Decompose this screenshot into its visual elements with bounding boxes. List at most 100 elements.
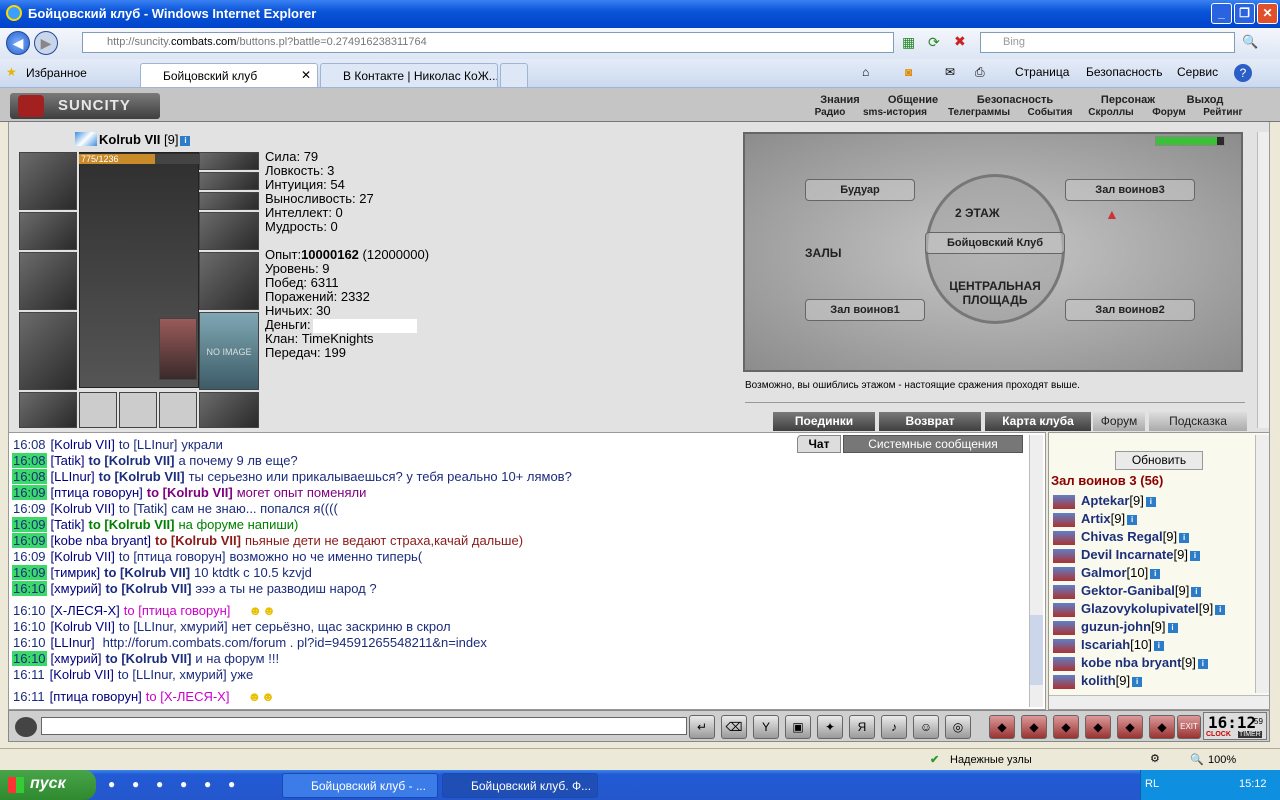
info-icon[interactable]: i: [1167, 622, 1178, 633]
tab-vkontakte[interactable]: В Контакте | Николас КоЖ...: [320, 63, 498, 87]
chat-sender[interactable]: [Tatik]: [51, 517, 85, 532]
user-action-icon[interactable]: [1053, 656, 1075, 671]
user-list-item[interactable]: Glazovykolupivatel[9] i: [1053, 601, 1226, 617]
ring-slot-2[interactable]: [119, 392, 157, 428]
belt-slot[interactable]: [19, 392, 77, 428]
user-list-item[interactable]: Iscariah[10] i: [1053, 637, 1164, 653]
map-halls[interactable]: ЗАЛЫ: [805, 246, 842, 260]
user-list-item[interactable]: Galmor[10] i: [1053, 565, 1161, 581]
chat-sender[interactable]: [Kolrub VII]: [51, 501, 115, 516]
amulet-slot[interactable]: [199, 172, 259, 190]
chat-recipient[interactable]: to [Kolrub VII]: [105, 651, 191, 666]
smile-icon[interactable]: ☺: [913, 715, 939, 739]
help-icon[interactable]: ?: [1234, 64, 1252, 82]
menu-knowledge[interactable]: Знания: [808, 94, 872, 106]
users-vscrollbar[interactable]: [1255, 435, 1269, 693]
armor-slot[interactable]: [19, 312, 77, 390]
return-button[interactable]: Возврат: [879, 412, 981, 431]
mail-game-icon[interactable]: ◆: [1149, 715, 1175, 739]
quicklaunch-icon-5[interactable]: ●: [204, 777, 211, 791]
user-action-icon[interactable]: [1053, 566, 1075, 581]
user-name[interactable]: Iscariah: [1081, 637, 1130, 652]
character-name[interactable]: Kolrub VII [9] i: [99, 132, 191, 147]
refresh-icon[interactable]: ⟳: [928, 34, 940, 51]
language-indicator[interactable]: RL: [1145, 778, 1159, 790]
maximize-button[interactable]: ❐: [1234, 3, 1255, 24]
pet-slot[interactable]: [159, 318, 197, 380]
user-action-icon[interactable]: [1053, 620, 1075, 635]
chat-recipient[interactable]: to [LLInur, хмурий]: [119, 619, 228, 634]
close-tab-icon[interactable]: ✕: [301, 68, 311, 82]
chat-recipient[interactable]: to [Kolrub VII]: [99, 469, 185, 484]
user-list-item[interactable]: Chivas Regal[9] i: [1053, 529, 1190, 545]
hint-button[interactable]: Подсказка: [1149, 412, 1247, 431]
map-hall1[interactable]: Зал воинов1: [805, 299, 925, 321]
send-icon[interactable]: ↵: [689, 715, 715, 739]
user-list-item[interactable]: kobe nba bryant[9] i: [1053, 655, 1208, 671]
service-menu[interactable]: Сервис: [1177, 65, 1218, 79]
close-window-button[interactable]: ✕: [1257, 3, 1278, 24]
favorites-button[interactable]: Избранное: [26, 66, 87, 80]
map-fight-club[interactable]: Бойцовский Клуб: [925, 232, 1065, 254]
chat-recipient[interactable]: to [птица говорун]: [124, 603, 231, 618]
submenu-radio[interactable]: Радио: [808, 107, 852, 119]
chat-recipient[interactable]: to [Kolrub VII]: [89, 517, 175, 532]
info-icon[interactable]: i: [1132, 676, 1143, 687]
user-list-item[interactable]: Gektor-Ganibal[9] i: [1053, 583, 1202, 599]
gloves-slot[interactable]: [199, 212, 259, 250]
smiles-icon[interactable]: [15, 717, 37, 737]
chat-recipient[interactable]: to [птица говорун]: [119, 549, 226, 564]
map-hall3[interactable]: Зал воинов3: [1065, 179, 1195, 201]
search-input[interactable]: Bing: [980, 32, 1235, 53]
chat-recipient[interactable]: to [Kolrub VII]: [105, 581, 191, 596]
helmet-slot[interactable]: [19, 152, 77, 210]
map-central-square[interactable]: ЦЕНТРАЛЬНАЯ ПЛОЩАДЬ: [935, 279, 1055, 307]
stop-icon[interactable]: ✖: [954, 33, 966, 50]
filter-icon[interactable]: Y: [753, 715, 779, 739]
chat-sender[interactable]: [птица говорун]: [51, 485, 143, 500]
chat-sender[interactable]: [хмурий]: [51, 651, 102, 666]
quicklaunch-icon-3[interactable]: ●: [156, 777, 163, 791]
safety-menu[interactable]: Безопасность: [1086, 65, 1163, 79]
exit-button[interactable]: EXIT: [1177, 715, 1201, 739]
user-action-icon[interactable]: [1053, 674, 1075, 689]
user-list-item[interactable]: Devil Incarnate[9] i: [1053, 547, 1200, 563]
chat-recipient[interactable]: to [Kolrub VII]: [104, 565, 190, 580]
chat-sender[interactable]: [Kolrub VII]: [51, 619, 115, 634]
taskbar-item-1[interactable]: Бойцовский клуб - ...: [282, 773, 438, 798]
bracers-slot[interactable]: [19, 212, 77, 250]
info-icon[interactable]: i: [1150, 568, 1161, 579]
tab-chat[interactable]: Чат: [797, 435, 841, 453]
chat-recipient[interactable]: to [LLInur]: [119, 437, 178, 452]
menu-character[interactable]: Персонаж: [1088, 94, 1168, 106]
user-name[interactable]: Artix: [1081, 511, 1111, 526]
offhand-slot[interactable]: [199, 252, 259, 310]
bag-icon[interactable]: ◆: [989, 715, 1015, 739]
zoom-level[interactable]: 100%: [1208, 754, 1236, 766]
save-icon[interactable]: ▣: [785, 715, 811, 739]
chat-sender[interactable]: [LLInur]: [51, 469, 95, 484]
user-name[interactable]: Devil Incarnate: [1081, 547, 1174, 562]
user-list-item[interactable]: kolith[9] i: [1053, 673, 1143, 689]
chat-sender[interactable]: [Kolrub VII]: [50, 667, 114, 682]
timer-label[interactable]: TIMER: [1238, 731, 1262, 738]
chat-sender[interactable]: [LLInur]: [51, 635, 95, 650]
map-hall2[interactable]: Зал воинов2: [1065, 299, 1195, 321]
chat-recipient[interactable]: to [LLInur, хмурий]: [118, 667, 227, 682]
security-zone[interactable]: Надежные узлы: [950, 754, 1032, 766]
info-icon[interactable]: i: [180, 135, 191, 146]
ring-slot-3[interactable]: [159, 392, 197, 428]
fighter-icon[interactable]: ✦: [817, 715, 843, 739]
print-icon[interactable]: ⎙: [975, 65, 985, 80]
user-list-item[interactable]: Aptekar[9] i: [1053, 493, 1156, 509]
user-name[interactable]: Galmor: [1081, 565, 1127, 580]
tab-system-messages[interactable]: Системные сообщения: [843, 435, 1023, 453]
user-name[interactable]: kobe nba bryant: [1081, 655, 1181, 670]
shield-slot[interactable]: NO IMAGE: [199, 312, 259, 390]
club-map-button[interactable]: Карта клуба: [985, 412, 1091, 431]
user-list-item[interactable]: guzun-john[9] i: [1053, 619, 1178, 635]
chat-recipient[interactable]: to [Kolrub VII]: [89, 453, 175, 468]
menu-security[interactable]: Безопасность: [960, 94, 1070, 106]
info-icon[interactable]: i: [1191, 586, 1202, 597]
user-name[interactable]: kolith: [1081, 673, 1116, 688]
